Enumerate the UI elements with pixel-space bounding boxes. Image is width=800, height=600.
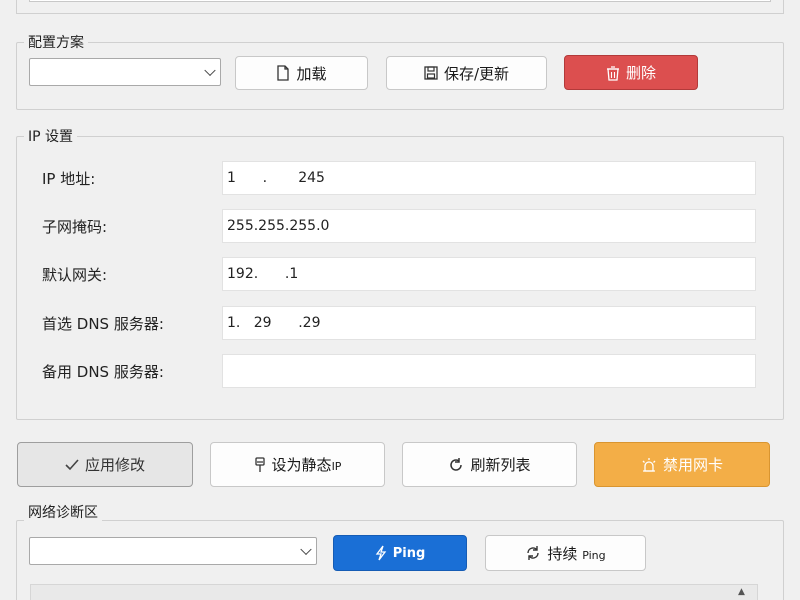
preferred-dns-field[interactable]: 1. 29 .29 <box>222 306 756 340</box>
pin-icon <box>254 456 266 473</box>
document-icon <box>276 65 290 81</box>
ping-button-label: Ping <box>392 545 426 561</box>
profile-group-title: 配置方案 <box>24 32 88 52</box>
disable-adapter-button-label: 禁用网卡 <box>662 456 723 474</box>
ip-address-value: 1 . 245 <box>227 170 325 186</box>
refresh-list-button-label: 刷新列表 <box>470 456 531 474</box>
alternate-dns-field[interactable] <box>222 354 756 388</box>
subnet-mask-label: 子网掩码: <box>42 218 108 236</box>
preferred-dns-value: 1. 29 .29 <box>227 315 321 331</box>
delete-button[interactable]: 删除 <box>564 55 698 90</box>
continuous-ping-button-label: 持续 Ping <box>547 544 606 563</box>
diagnostics-group-title: 网络诊断区 <box>24 502 102 522</box>
chevron-down-icon[interactable] <box>300 543 312 556</box>
default-gateway-field[interactable]: 192. .1 <box>222 257 756 291</box>
trash-icon <box>606 65 620 81</box>
load-button-label: 加载 <box>296 64 327 83</box>
set-static-ip-button-label: 设为静态IP <box>271 456 342 474</box>
ip-address-field[interactable]: 1 . 245 <box>222 161 756 195</box>
apply-changes-button-label: 应用修改 <box>84 456 145 474</box>
save-update-button-label: 保存/更新 <box>443 64 510 83</box>
loop-icon <box>525 545 541 561</box>
profile-combo[interactable] <box>29 58 221 86</box>
save-update-button[interactable]: 保存/更新 <box>386 56 547 90</box>
chevron-down-icon[interactable] <box>204 64 216 77</box>
top-panel-edge <box>16 0 784 14</box>
ip-address-label: IP 地址: <box>42 170 96 188</box>
refresh-list-button[interactable]: 刷新列表 <box>402 442 577 487</box>
default-gateway-label: 默认网关: <box>42 266 108 284</box>
checkmark-icon <box>65 458 79 471</box>
subnet-mask-field[interactable]: 255.255.255.0 <box>222 209 756 243</box>
apply-changes-button[interactable]: 应用修改 <box>17 442 193 487</box>
default-gateway-value: 192. .1 <box>227 266 299 282</box>
ping-output-area[interactable] <box>30 584 758 600</box>
disable-adapter-button[interactable]: 禁用网卡 <box>594 442 770 487</box>
scroll-up-icon[interactable]: ▲ <box>738 587 745 597</box>
set-static-ip-button[interactable]: 设为静态IP <box>210 442 385 487</box>
lightning-icon <box>375 545 387 561</box>
ping-button[interactable]: Ping <box>333 535 467 571</box>
floppy-disk-icon <box>424 66 438 80</box>
continuous-ping-button[interactable]: 持续 Ping <box>485 535 646 571</box>
delete-button-label: 删除 <box>625 64 656 82</box>
refresh-icon <box>448 457 464 473</box>
warning-light-icon <box>641 457 657 473</box>
preferred-dns-label: 首选 DNS 服务器: <box>42 315 164 333</box>
subnet-mask-value: 255.255.255.0 <box>227 218 330 234</box>
ip-settings-group-title: IP 设置 <box>24 126 78 146</box>
load-button[interactable]: 加载 <box>235 56 368 90</box>
alternate-dns-label: 备用 DNS 服务器: <box>42 363 164 381</box>
ping-target-combo[interactable] <box>29 537 317 565</box>
top-field-edge <box>29 0 771 2</box>
